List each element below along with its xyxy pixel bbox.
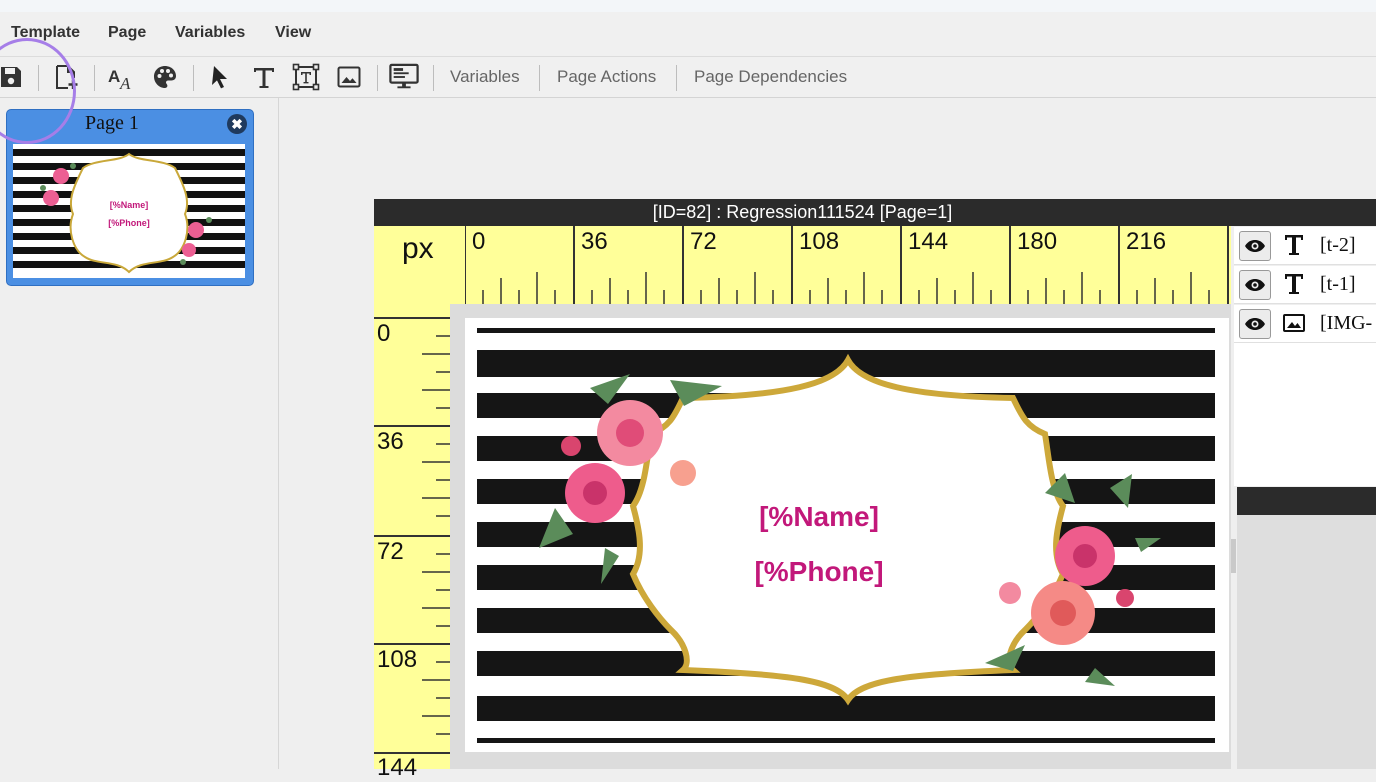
- layers-empty-area: [1234, 343, 1376, 486]
- new-page-icon[interactable]: [51, 62, 81, 92]
- ruler-tick-label: 108: [799, 228, 840, 255]
- horizontal-ruler: 0 36 72 108 144 180 216: [374, 226, 1231, 304]
- page-thumbnail-1[interactable]: Page 1 ✖ [%Name] [%Phone]: [6, 109, 254, 286]
- toolbar-divider: [539, 65, 540, 91]
- font-icon[interactable]: AA: [106, 62, 136, 92]
- toolbar: AA Variables Page Actions Page Dependenc…: [0, 57, 1376, 98]
- name-variable-text[interactable]: [%Name]: [669, 501, 969, 533]
- card-background-image[interactable]: [465, 318, 1229, 752]
- page-thumbnail-label: Page 1: [85, 112, 139, 134]
- toolbar-divider: [676, 65, 677, 91]
- toolbar-divider: [94, 65, 95, 91]
- vertical-ruler-ticks: [374, 317, 450, 754]
- ruler-tick-label: 0: [377, 320, 391, 347]
- toolbar-divider: [377, 65, 378, 91]
- page-dependencies-tab[interactable]: Page Dependencies: [694, 67, 847, 87]
- text-icon[interactable]: [249, 62, 279, 92]
- menu-variables[interactable]: Variables: [175, 24, 245, 42]
- ruler-tick-label: 180: [1017, 228, 1058, 255]
- ruler-tick-label: 144: [377, 754, 418, 781]
- image-layer-icon: [1282, 310, 1306, 336]
- toolbar-divider: [38, 65, 39, 91]
- eye-icon[interactable]: [1239, 309, 1271, 339]
- properties-panel: [1237, 515, 1376, 769]
- thumbnail-artwork: [13, 144, 245, 278]
- menu-bar: Template Page Variables View: [0, 12, 1376, 57]
- layers-panel-header: [1231, 199, 1376, 226]
- layers-panel: [t-2] [t-1] [IMG-: [1231, 199, 1376, 769]
- eye-icon[interactable]: [1239, 231, 1271, 261]
- ruler-tick-label: 144: [908, 228, 949, 255]
- browser-top-strip: [0, 0, 1376, 12]
- vertical-ruler: 0 36 72 108 144: [374, 304, 450, 781]
- ruler-corner: px: [374, 226, 466, 304]
- phone-variable-text[interactable]: [%Phone]: [669, 556, 969, 588]
- save-icon[interactable]: [0, 62, 26, 92]
- ruler-unit-label: px: [402, 232, 434, 265]
- svg-text:A: A: [108, 67, 120, 86]
- ruler-tick-label: 36: [377, 428, 404, 455]
- thumbnail-phone-text: [%Phone]: [108, 218, 150, 228]
- design-card[interactable]: [%Name] [%Phone]: [465, 318, 1229, 752]
- ruler-tick-label: 108: [377, 646, 418, 673]
- page-actions-tab[interactable]: Page Actions: [557, 67, 656, 87]
- menu-template[interactable]: Template: [11, 24, 80, 42]
- page-thumbnail-preview: [%Name] [%Phone]: [13, 144, 245, 278]
- ruler-tick-label: 72: [690, 228, 717, 255]
- panel-resize-handle[interactable]: [1231, 539, 1236, 573]
- properties-panel-header: [1237, 487, 1376, 515]
- layer-name: [IMG-: [1320, 312, 1373, 334]
- toolbar-divider: [193, 65, 194, 91]
- pages-panel: Page 1 ✖ [%Name] [%Phone]: [0, 98, 279, 769]
- menu-view[interactable]: View: [275, 24, 311, 42]
- layer-row-t2[interactable]: [t-2]: [1234, 227, 1376, 265]
- palette-icon[interactable]: [150, 62, 180, 92]
- ruler-tick-label: 0: [472, 228, 486, 255]
- thumbnail-name-text: [%Name]: [109, 200, 149, 210]
- textbox-icon[interactable]: [291, 62, 321, 92]
- ruler-tick-label: 216: [1126, 228, 1167, 255]
- text-layer-icon: [1282, 271, 1306, 297]
- document-title: [ID=82] : Regression111524 [Page=1]: [374, 199, 1231, 226]
- image-icon[interactable]: [334, 62, 364, 92]
- svg-text:A: A: [119, 74, 131, 92]
- eye-icon[interactable]: [1239, 270, 1271, 300]
- layer-row-t1[interactable]: [t-1]: [1234, 266, 1376, 304]
- preview-icon[interactable]: [389, 62, 419, 92]
- layer-row-img[interactable]: [IMG-: [1234, 305, 1376, 343]
- menu-page[interactable]: Page: [108, 24, 146, 42]
- ruler-tick-label: 72: [377, 538, 404, 565]
- toolbar-divider: [433, 65, 434, 91]
- text-layer-icon: [1282, 232, 1306, 258]
- pointer-icon[interactable]: [206, 62, 236, 92]
- ruler-tick-label: 36: [581, 228, 608, 255]
- close-icon[interactable]: ✖: [227, 114, 247, 134]
- layer-name: [t-1]: [1320, 273, 1356, 295]
- variables-tab[interactable]: Variables: [450, 67, 520, 87]
- layer-name: [t-2]: [1320, 234, 1356, 256]
